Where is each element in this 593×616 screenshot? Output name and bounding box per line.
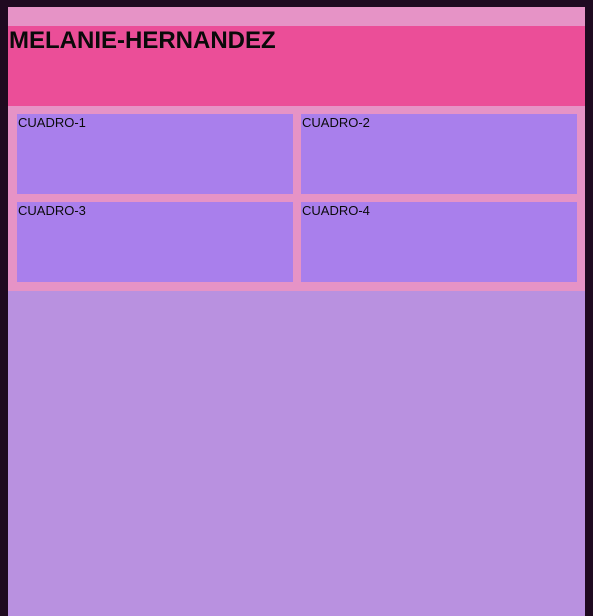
page-title: MELANIE-HERNANDEZ <box>9 27 276 54</box>
box-label: CUADRO-3 <box>18 203 86 218</box>
box-cuadro-2: CUADRO-2 <box>301 114 577 194</box>
box-cuadro-4: CUADRO-4 <box>301 202 577 282</box>
top-strip <box>8 7 585 26</box>
page-header: MELANIE-HERNANDEZ <box>8 26 585 106</box>
boxes-grid: CUADRO-1 CUADRO-2 CUADRO-3 CUADRO-4 <box>8 106 585 291</box>
box-label: CUADRO-4 <box>302 203 370 218</box>
box-label: CUADRO-2 <box>302 115 370 130</box>
box-cuadro-1: CUADRO-1 <box>17 114 293 194</box>
page-container: MELANIE-HERNANDEZ CUADRO-1 CUADRO-2 CUAD… <box>8 7 585 616</box>
box-label: CUADRO-1 <box>18 115 86 130</box>
box-cuadro-3: CUADRO-3 <box>17 202 293 282</box>
